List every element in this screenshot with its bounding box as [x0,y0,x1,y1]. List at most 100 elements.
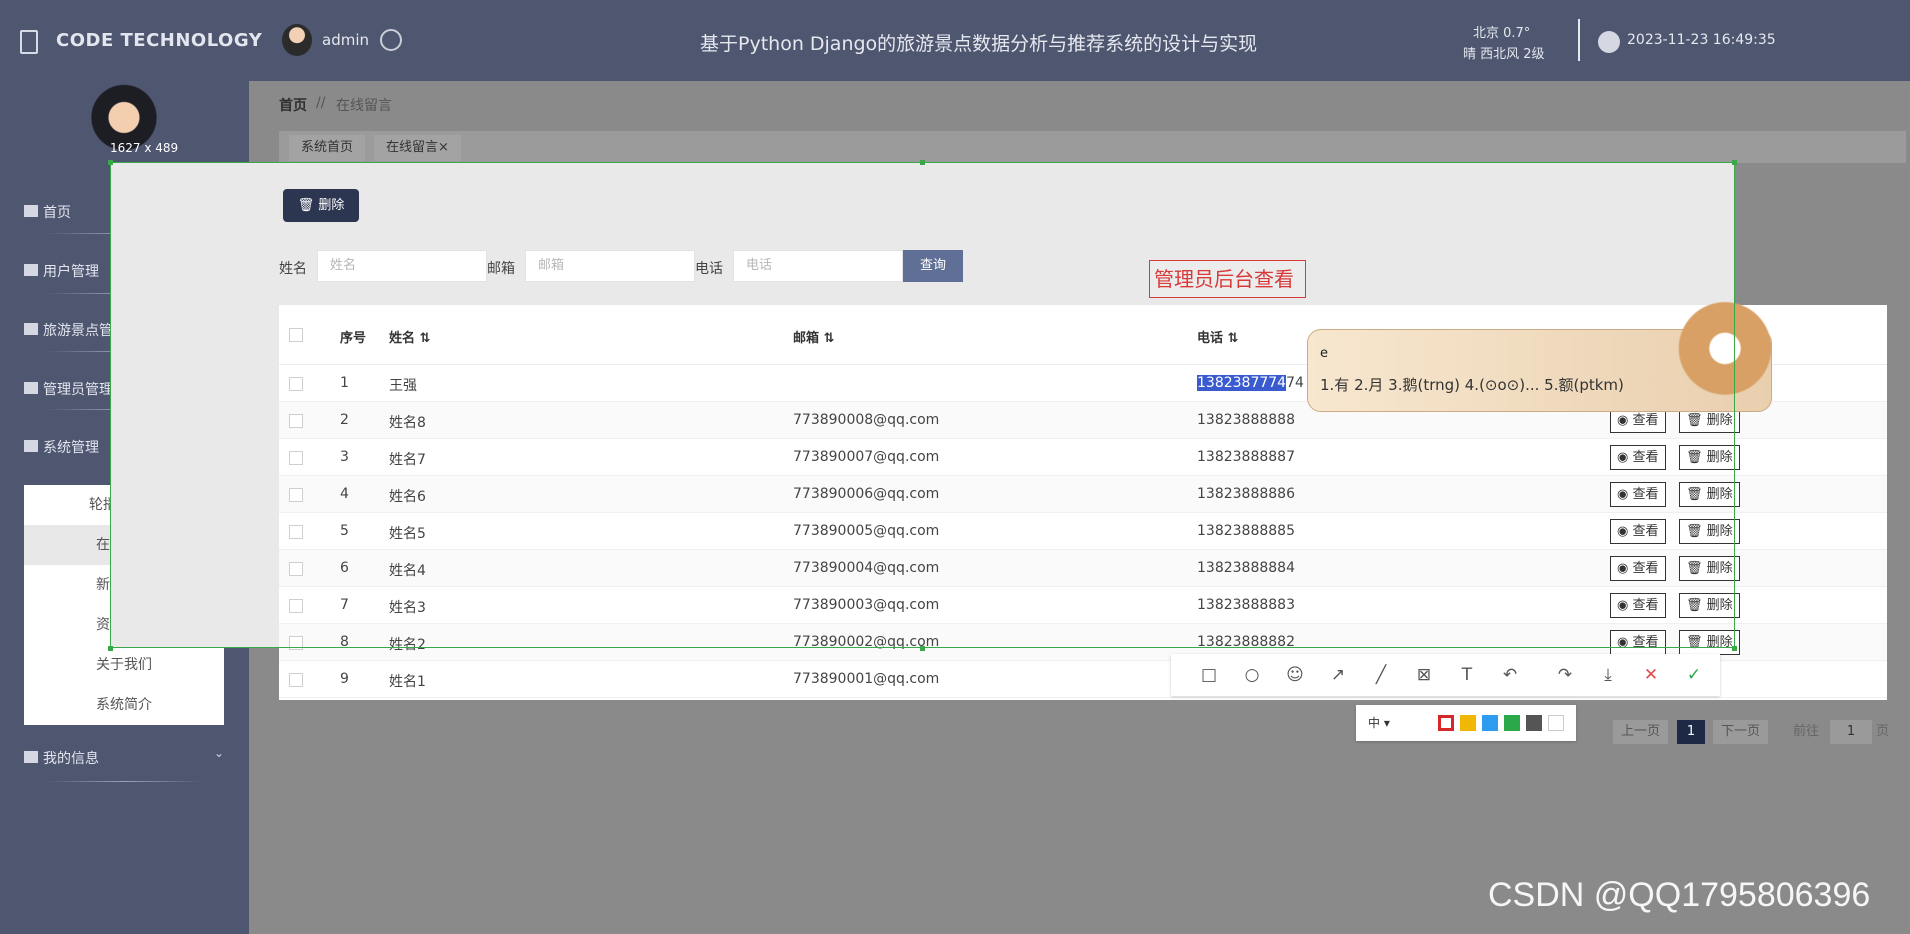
prev-page-button[interactable]: 上一页 [1613,720,1669,744]
circle-icon[interactable]: ○ [1241,664,1263,686]
view-label: 查看 [1632,635,1659,650]
emoji-icon[interactable]: ☺ [1284,664,1306,686]
confirm-check-icon[interactable]: ✓ [1683,664,1705,686]
phone-text: 13823888886 [1197,486,1295,502]
sidebar-item-my-info[interactable]: 我的信息 ⌄ [0,731,249,781]
name-filter-input[interactable]: 姓名 [317,250,487,282]
row-checkbox[interactable] [289,414,303,428]
settings-gear-icon[interactable] [380,29,402,51]
row-checkbox[interactable] [289,673,303,687]
goto-page-input[interactable]: 1 [1830,720,1872,744]
color-swatch[interactable] [1548,715,1564,731]
row-checkbox[interactable] [289,451,303,465]
view-button[interactable]: ◉ 查看 [1610,593,1666,618]
save-icon[interactable]: ⤓ [1597,664,1619,686]
email-filter-label: 邮箱 [487,261,515,277]
tab-messages[interactable]: 在线留言× [374,135,461,161]
phone-filter-input[interactable]: 电话 [733,250,903,282]
text-tool-icon[interactable]: T [1456,664,1478,686]
arrow-icon[interactable]: ↗ [1327,664,1349,686]
weather-city-temp: 北京 0.7° [1473,26,1531,41]
profile-icon [24,751,38,763]
row-name: 姓名7 [389,452,426,468]
row-phone: 13823888886 [1197,486,1295,502]
col-phone[interactable]: 电话 ⇅ [1197,327,1238,346]
query-button[interactable]: 查询 [903,250,963,282]
eye-icon: ◉ [1617,561,1633,576]
breadcrumb-home[interactable]: 首页 [279,95,307,115]
color-swatch[interactable] [1526,715,1542,731]
csdn-watermark: CSDN @QQ1795806396 [1488,876,1871,914]
close-icon[interactable]: ✕ [1640,664,1662,686]
current-page[interactable]: 1 [1677,720,1705,744]
flag-icon [24,323,38,335]
row-checkbox[interactable] [289,636,303,650]
system-title: 基于Python Django的旅游景点数据分析与推荐系统的设计与实现 [700,33,1258,55]
username[interactable]: admin [322,31,369,49]
row-checkbox[interactable] [289,562,303,576]
share-icon[interactable]: ↷ [1554,664,1576,686]
row-checkbox[interactable] [289,599,303,613]
resize-handle[interactable] [1732,646,1737,651]
delete-label: 删除 [1706,487,1733,502]
row-checkbox[interactable] [289,525,303,539]
delete-row-button[interactable]: 🗑 删除 [1679,482,1740,507]
name-filter-label: 姓名 [279,261,307,277]
ime-candidates[interactable]: 1.有 2.月 3.鹅(trng) 4.(⊙o⊙)... 5.额(ptkm) [1320,374,1624,395]
weather-condition: 晴 西北风 2级 [1463,47,1545,62]
view-button[interactable]: ◉ 查看 [1610,630,1666,655]
delete-row-button[interactable]: 🗑 删除 [1679,556,1740,581]
row-name: 王强 [389,378,417,394]
row-email: 773890001@qq.com [793,671,940,687]
delete-row-button[interactable]: 🗑 删除 [1679,519,1740,544]
email-filter-input[interactable]: 邮箱 [525,250,695,282]
col-email-label: 邮箱 [793,331,820,346]
phone-text: 13823888885 [1197,523,1295,539]
submenu-intro[interactable]: 系统简介 [24,685,224,725]
col-name[interactable]: 姓名 ⇅ [389,327,430,346]
resize-handle[interactable] [108,160,113,165]
resize-handle[interactable] [920,160,925,165]
row-checkbox[interactable] [289,377,303,391]
trash-icon: 🗑 [1686,561,1707,576]
chevron-down-icon: ⌄ [214,746,225,760]
col-email[interactable]: 邮箱 ⇅ [793,327,834,346]
font-size-select[interactable]: 中 ▾ [1368,714,1390,731]
view-button[interactable]: ◉ 查看 [1610,519,1666,544]
goto-label: 前往 [1793,724,1820,739]
resize-handle[interactable] [108,646,113,651]
view-button[interactable]: ◉ 查看 [1610,445,1666,470]
resize-handle[interactable] [1732,160,1737,165]
rectangle-icon[interactable]: □ [1198,664,1220,686]
undo-icon[interactable]: ↶ [1499,664,1521,686]
delete-row-button[interactable]: 🗑 删除 [1679,445,1740,470]
view-button[interactable]: ◉ 查看 [1610,556,1666,581]
selected-phone-text[interactable]: 1382387774 [1197,375,1287,391]
next-page-button[interactable]: 下一页 [1713,720,1769,744]
phone-text: 13823888883 [1197,597,1295,613]
sidebar-item-label: 我的信息 [43,751,99,767]
row-checkbox[interactable] [289,488,303,502]
eye-icon: ◉ [1617,598,1633,613]
color-swatch[interactable] [1460,715,1476,731]
table-row: 6 姓名4 773890004@qq.com 13823888884 ◉ 查看 … [279,550,1887,587]
tab-home[interactable]: 系统首页 [289,135,366,161]
resize-handle[interactable] [920,646,925,651]
tab-bar: 系统首页 在线留言× [279,131,1906,163]
line-icon[interactable]: ╱ [1370,664,1392,686]
delete-row-button[interactable]: 🗑 删除 [1679,593,1740,618]
color-swatch[interactable] [1438,715,1454,731]
view-label: 查看 [1632,487,1659,502]
color-swatch[interactable] [1504,715,1520,731]
select-all-checkbox[interactable] [289,328,303,342]
submenu-about[interactable]: 关于我们 [24,645,224,685]
text-annotation[interactable]: 管理员后台查看 [1149,260,1306,298]
delete-row-button[interactable]: 🗑 删除 [1679,630,1740,655]
color-palette: 中 ▾ [1356,705,1576,741]
color-swatch[interactable] [1482,715,1498,731]
mosaic-icon[interactable]: ⊠ [1413,664,1435,686]
bulk-delete-button[interactable]: 🗑 删除 [283,189,359,222]
row-phone: 13823888885 [1197,523,1295,539]
view-button[interactable]: ◉ 查看 [1610,482,1666,507]
user-avatar[interactable] [282,24,312,56]
